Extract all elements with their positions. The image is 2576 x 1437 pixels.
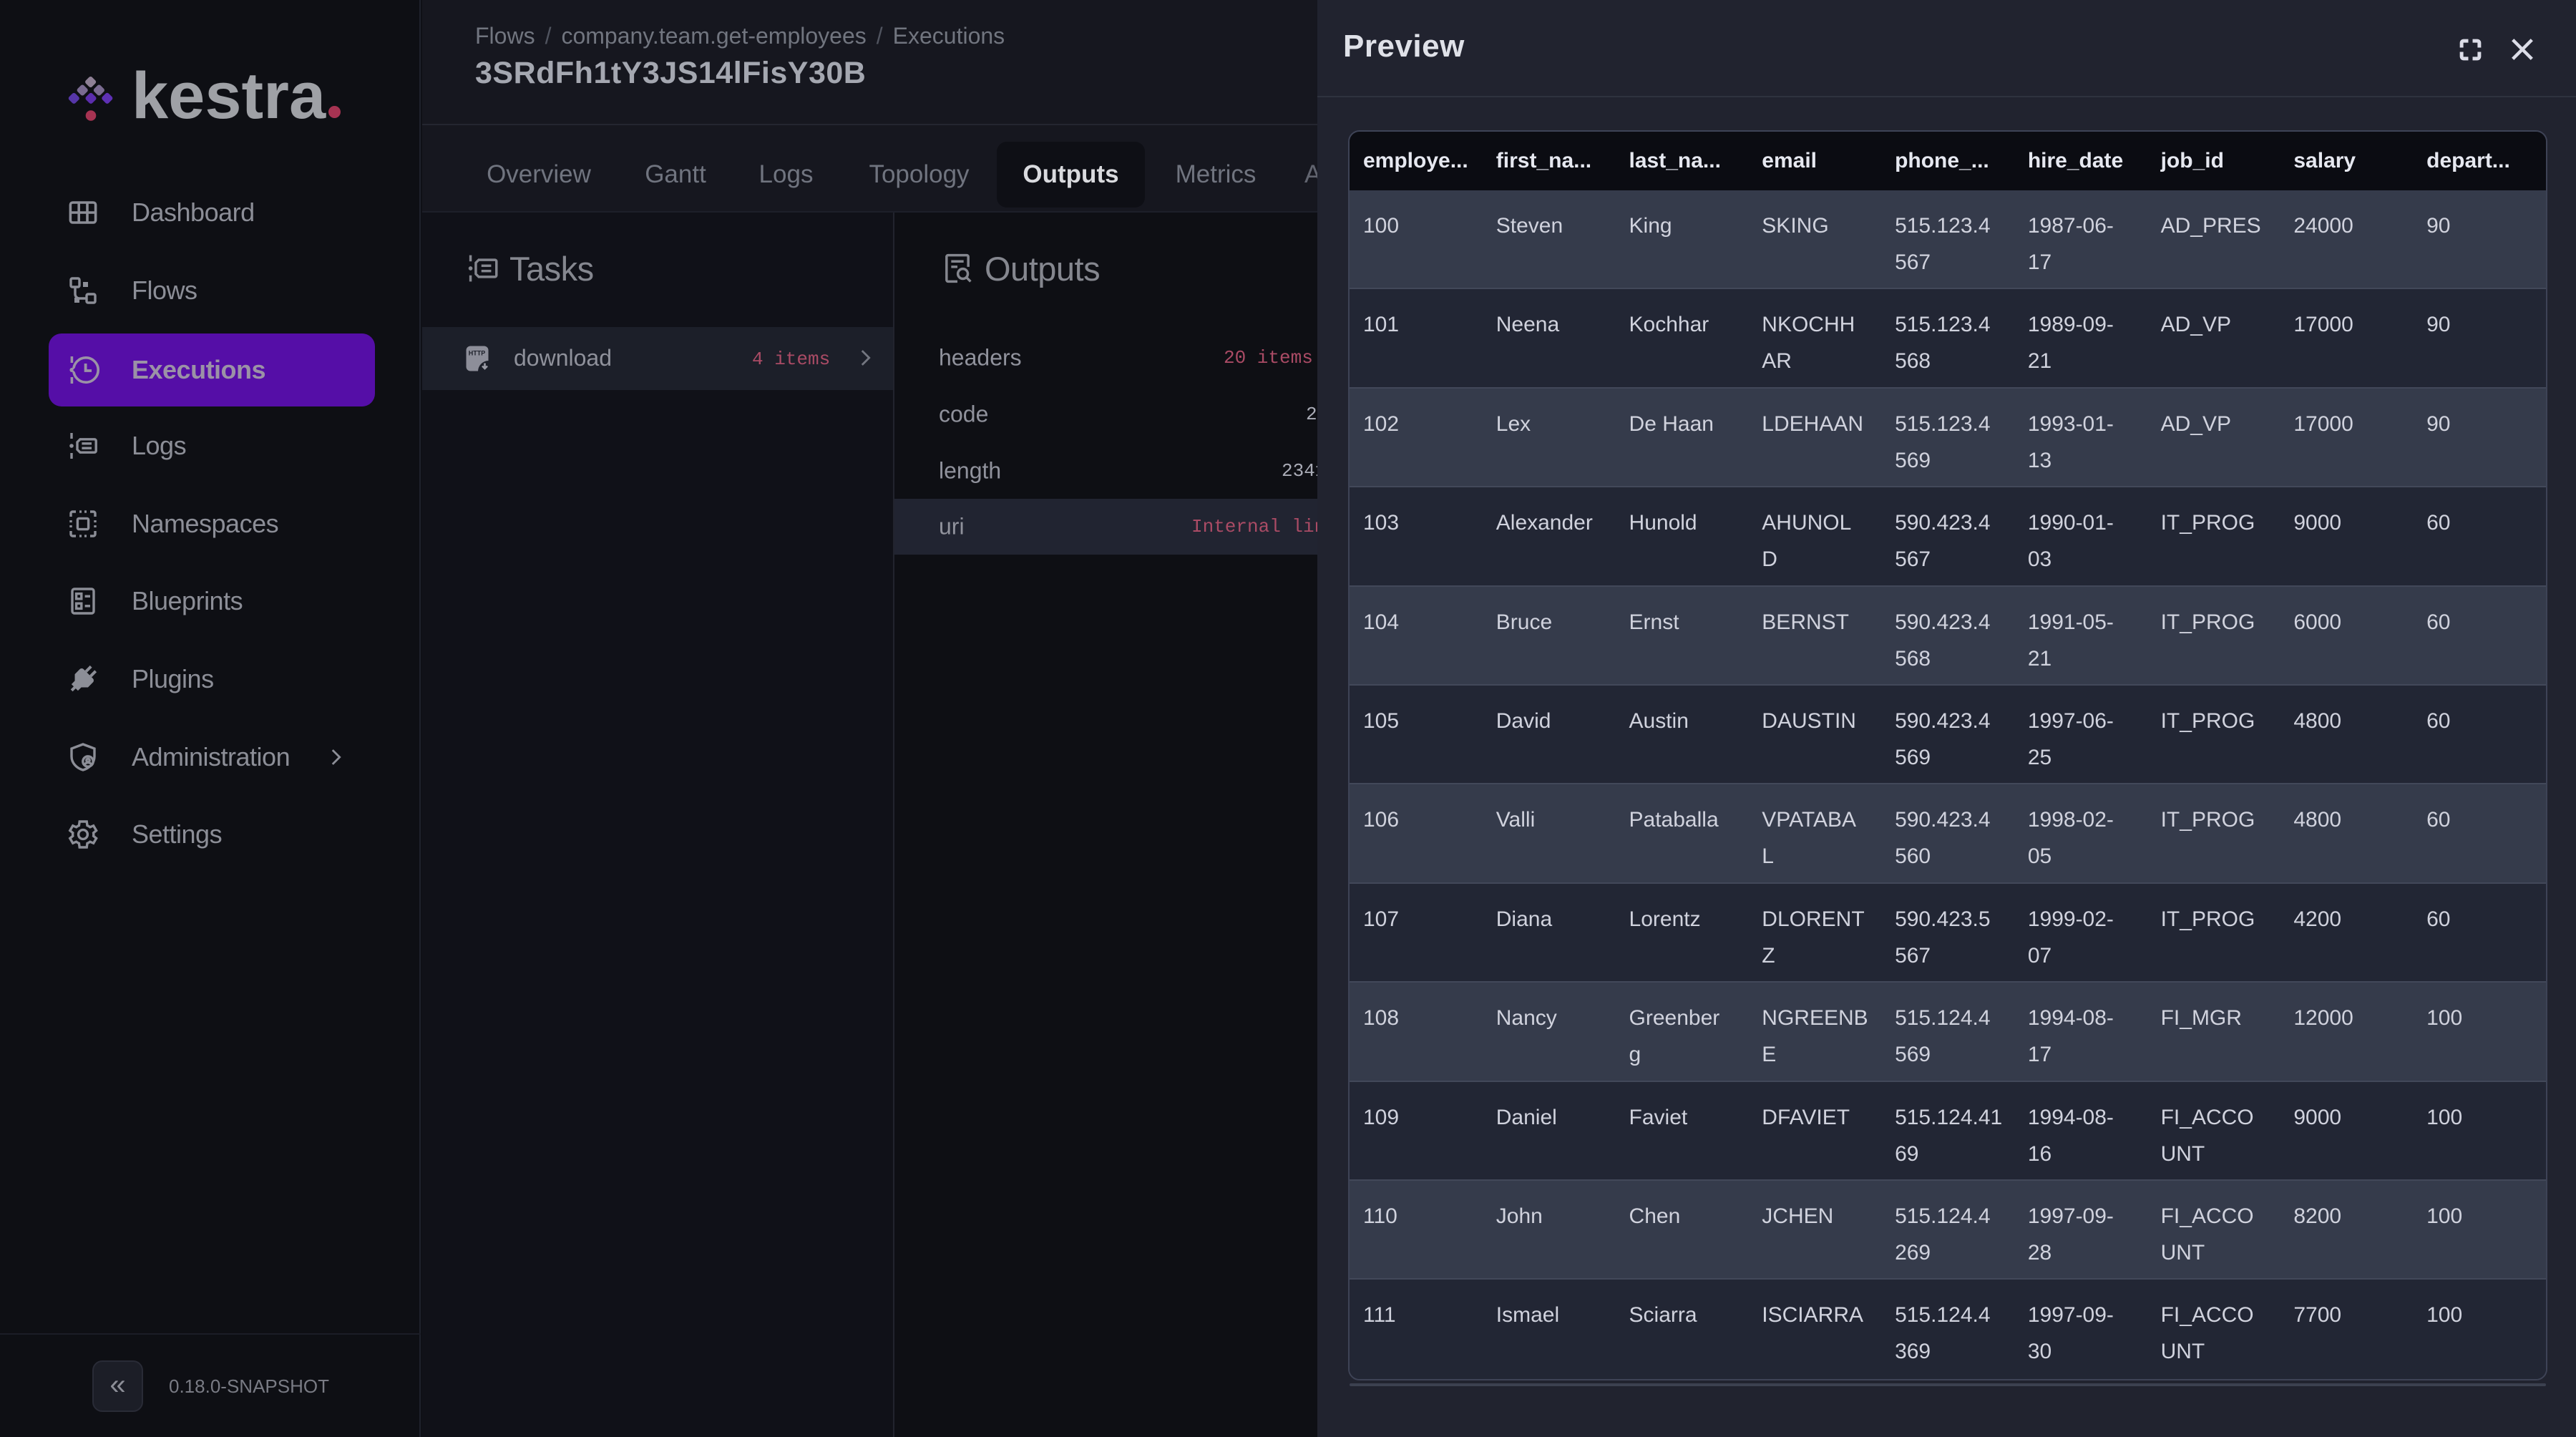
svg-text:HTTP: HTTP [469, 350, 486, 357]
